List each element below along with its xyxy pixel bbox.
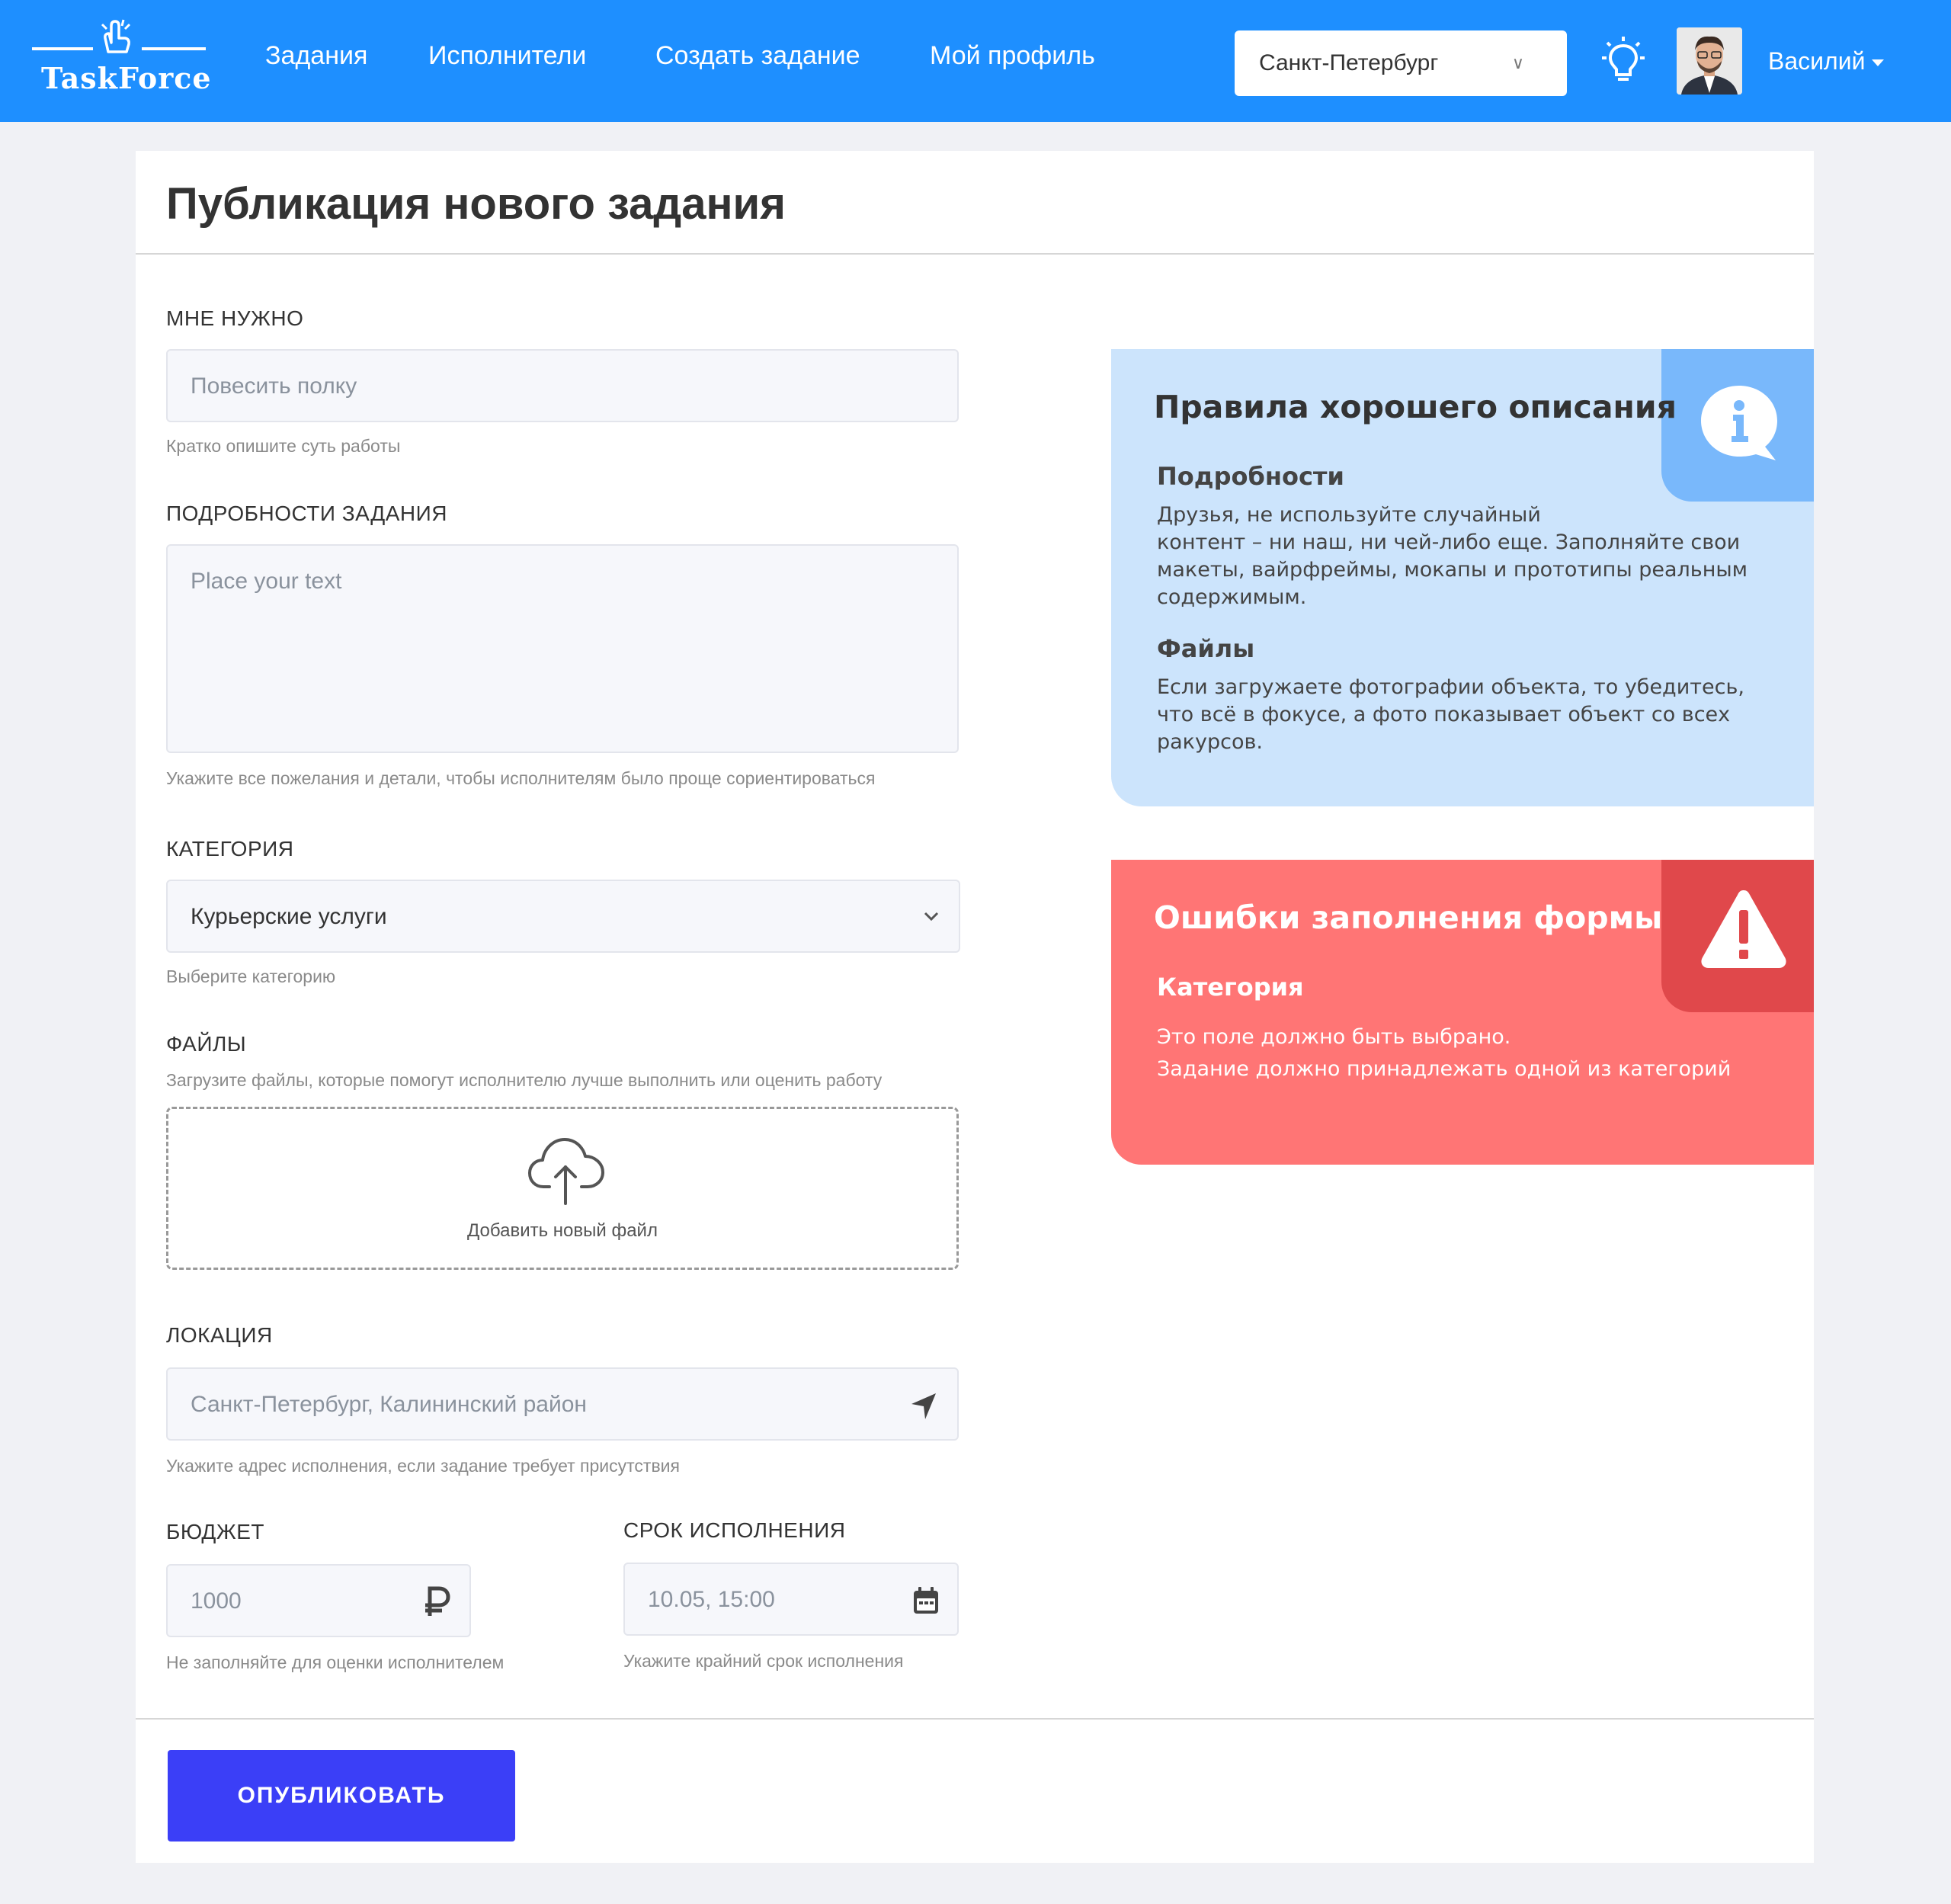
lightbulb-icon[interactable] bbox=[1599, 35, 1648, 87]
rules-section-heading: Файлы bbox=[1157, 634, 1255, 663]
info-icon bbox=[1701, 386, 1777, 460]
need-label: МНЕ НУЖНО bbox=[166, 306, 304, 330]
details-textarea[interactable]: Place your text bbox=[166, 544, 959, 753]
category-label: КАТЕГОРИЯ bbox=[166, 837, 294, 861]
chevron-down-icon: ∨ bbox=[1511, 53, 1524, 72]
rules-section-heading: Подробности bbox=[1157, 462, 1344, 491]
rules-section-text: Друзья, не используйте случайный контент… bbox=[1157, 503, 1748, 609]
warning-corner bbox=[1661, 860, 1814, 1012]
deadline-input-placeholder: 10.05, 15:00 bbox=[648, 1587, 775, 1612]
chevron-down-icon bbox=[924, 912, 939, 922]
budget-input-placeholder: 1000 bbox=[191, 1588, 242, 1614]
rules-panel: Правила хорошего описания Подробности Др… bbox=[1111, 349, 1814, 806]
caret-down-icon[interactable] bbox=[1872, 59, 1884, 66]
user-avatar[interactable] bbox=[1677, 27, 1742, 95]
errors-heading: Категория bbox=[1157, 973, 1304, 1002]
add-file-label: Добавить новый файл bbox=[467, 1220, 658, 1241]
location-hint: Укажите адрес исполнения, если задание т… bbox=[166, 1456, 680, 1476]
location-input-placeholder: Санкт-Петербург, Калининский район bbox=[191, 1392, 587, 1417]
title-divider bbox=[136, 253, 1814, 255]
rules-title: Правила хорошего описания bbox=[1154, 389, 1677, 425]
user-name[interactable]: Василий bbox=[1768, 47, 1865, 75]
publish-button[interactable]: ОПУБЛИКОВАТЬ bbox=[168, 1750, 515, 1841]
info-corner bbox=[1661, 349, 1814, 502]
errors-text: Это поле должно быть выбрано. Задание до… bbox=[1157, 1025, 1732, 1081]
footer-divider bbox=[136, 1718, 1814, 1720]
errors-title: Ошибки заполнения формы bbox=[1154, 899, 1663, 936]
files-hint: Загрузите файлы, которые помогут исполни… bbox=[166, 1070, 883, 1090]
need-input[interactable]: Повесить полку bbox=[166, 349, 959, 422]
page-title: Публикация нового задания bbox=[166, 179, 786, 229]
location-arrow-icon[interactable] bbox=[908, 1390, 939, 1421]
budget-label: БЮДЖЕТ bbox=[166, 1520, 265, 1543]
file-dropzone[interactable]: Добавить новый файл bbox=[166, 1107, 959, 1270]
deadline-label: СРОК ИСПОЛНЕНИЯ bbox=[623, 1518, 846, 1542]
category-select-value: Курьерские услуги bbox=[191, 904, 387, 929]
need-input-placeholder: Повесить полку bbox=[191, 373, 357, 399]
task-create-card: Публикация нового задания МНЕ НУЖНО Пове… bbox=[136, 151, 1814, 1863]
rules-section-text: Если загружаете фотографии объекта, то у… bbox=[1157, 675, 1744, 754]
deadline-input[interactable]: 10.05, 15:00 bbox=[623, 1563, 959, 1636]
category-hint: Выберите категорию bbox=[166, 966, 336, 986]
ruble-icon bbox=[425, 1586, 450, 1616]
taskforce-logo[interactable]: TaskForce bbox=[29, 17, 212, 101]
details-textarea-placeholder: Place your text bbox=[191, 569, 342, 594]
top-navbar: TaskForce Задания Исполнители Создать за… bbox=[0, 0, 1951, 122]
warning-icon bbox=[1701, 890, 1786, 968]
deadline-hint: Укажите крайний срок исполнения bbox=[623, 1651, 904, 1671]
files-label: ФАЙЛЫ bbox=[166, 1032, 247, 1056]
nav-performers[interactable]: Исполнители bbox=[428, 41, 586, 71]
nav-tasks[interactable]: Задания bbox=[265, 41, 367, 71]
logo-text: TaskForce bbox=[41, 61, 212, 95]
city-select[interactable]: Санкт-Петербург ∨ bbox=[1235, 30, 1567, 96]
user-avatar-image bbox=[1677, 27, 1742, 95]
location-label: ЛОКАЦИЯ bbox=[166, 1323, 273, 1347]
category-select[interactable]: Курьерские услуги bbox=[166, 880, 960, 953]
budget-hint: Не заполняйте для оценки исполнителем bbox=[166, 1652, 505, 1672]
city-select-value: Санкт-Петербург bbox=[1259, 50, 1439, 75]
errors-panel: Ошибки заполнения формы Категория Это по… bbox=[1111, 860, 1814, 1165]
nav-my-profile[interactable]: Мой профиль bbox=[930, 41, 1095, 71]
details-label: ПОДРОБНОСТИ ЗАДАНИЯ bbox=[166, 502, 447, 525]
details-hint: Укажите все пожелания и детали, чтобы ис… bbox=[166, 768, 876, 788]
budget-input[interactable]: 1000 bbox=[166, 1564, 471, 1637]
calendar-icon[interactable] bbox=[911, 1585, 940, 1616]
need-hint: Кратко опишите суть работы bbox=[166, 436, 401, 456]
nav-create-task[interactable]: Создать задание bbox=[655, 41, 860, 71]
cloud-upload-icon bbox=[528, 1138, 604, 1205]
logo-hand-icon bbox=[32, 19, 206, 53]
location-input[interactable]: Санкт-Петербург, Калининский район bbox=[166, 1367, 959, 1441]
